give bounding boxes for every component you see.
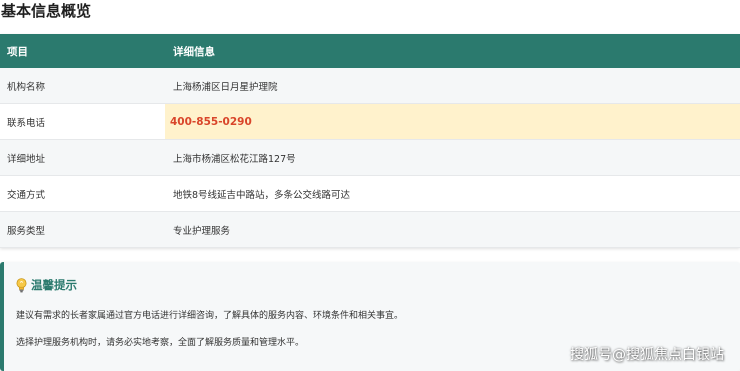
phone-number-link[interactable]: 400-855-0290 bbox=[165, 103, 740, 140]
table-row: 交通方式 地铁8号线延吉中路站，多条公交线路可达 bbox=[0, 175, 740, 212]
watermark: 搜狐号@搜狐焦点白银站 bbox=[570, 347, 724, 363]
column-header-detail: 详细信息 bbox=[165, 34, 740, 68]
tip-text: 建议有需求的长者家属通过官方电话进行详细咨询，了解具体的服务内容、环境条件和相关… bbox=[16, 311, 404, 321]
table-row: 服务类型 专业护理服务 bbox=[0, 211, 740, 248]
row-label-service-type: 服务类型 bbox=[0, 211, 165, 248]
row-value-transport: 地铁8号线延吉中路站，多条公交线路可达 bbox=[165, 175, 740, 212]
info-table: 项目 详细信息 机构名称 上海杨浦区日月星护理院 联系电话 400-855-02… bbox=[0, 34, 740, 248]
lightbulb-icon bbox=[16, 277, 27, 293]
tip-text: 选择护理服务机构时，请务必实地考察，全面了解服务质量和管理水平。 bbox=[16, 338, 305, 348]
row-value-org-name: 上海杨浦区日月星护理院 bbox=[165, 68, 740, 104]
row-value-address: 上海市杨浦区松花江路127号 bbox=[165, 139, 740, 176]
table-row: 联系电话 400-855-0290 bbox=[0, 103, 740, 140]
table-header-row: 项目 详细信息 bbox=[0, 34, 740, 68]
table-row: 机构名称 上海杨浦区日月星护理院 bbox=[0, 68, 740, 104]
page-title: 基本信息概览 bbox=[1, 2, 92, 20]
row-label-transport: 交通方式 bbox=[0, 175, 165, 212]
row-value-service-type: 专业护理服务 bbox=[165, 211, 740, 248]
table-row: 详细地址 上海市杨浦区松花江路127号 bbox=[0, 139, 740, 176]
tip-title: 温馨提示 bbox=[31, 278, 77, 292]
column-header-item: 项目 bbox=[0, 34, 165, 68]
row-label-phone: 联系电话 bbox=[0, 103, 165, 140]
tip-header: 温馨提示 bbox=[16, 277, 77, 293]
row-label-address: 详细地址 bbox=[0, 139, 165, 176]
row-label-org-name: 机构名称 bbox=[0, 68, 165, 104]
